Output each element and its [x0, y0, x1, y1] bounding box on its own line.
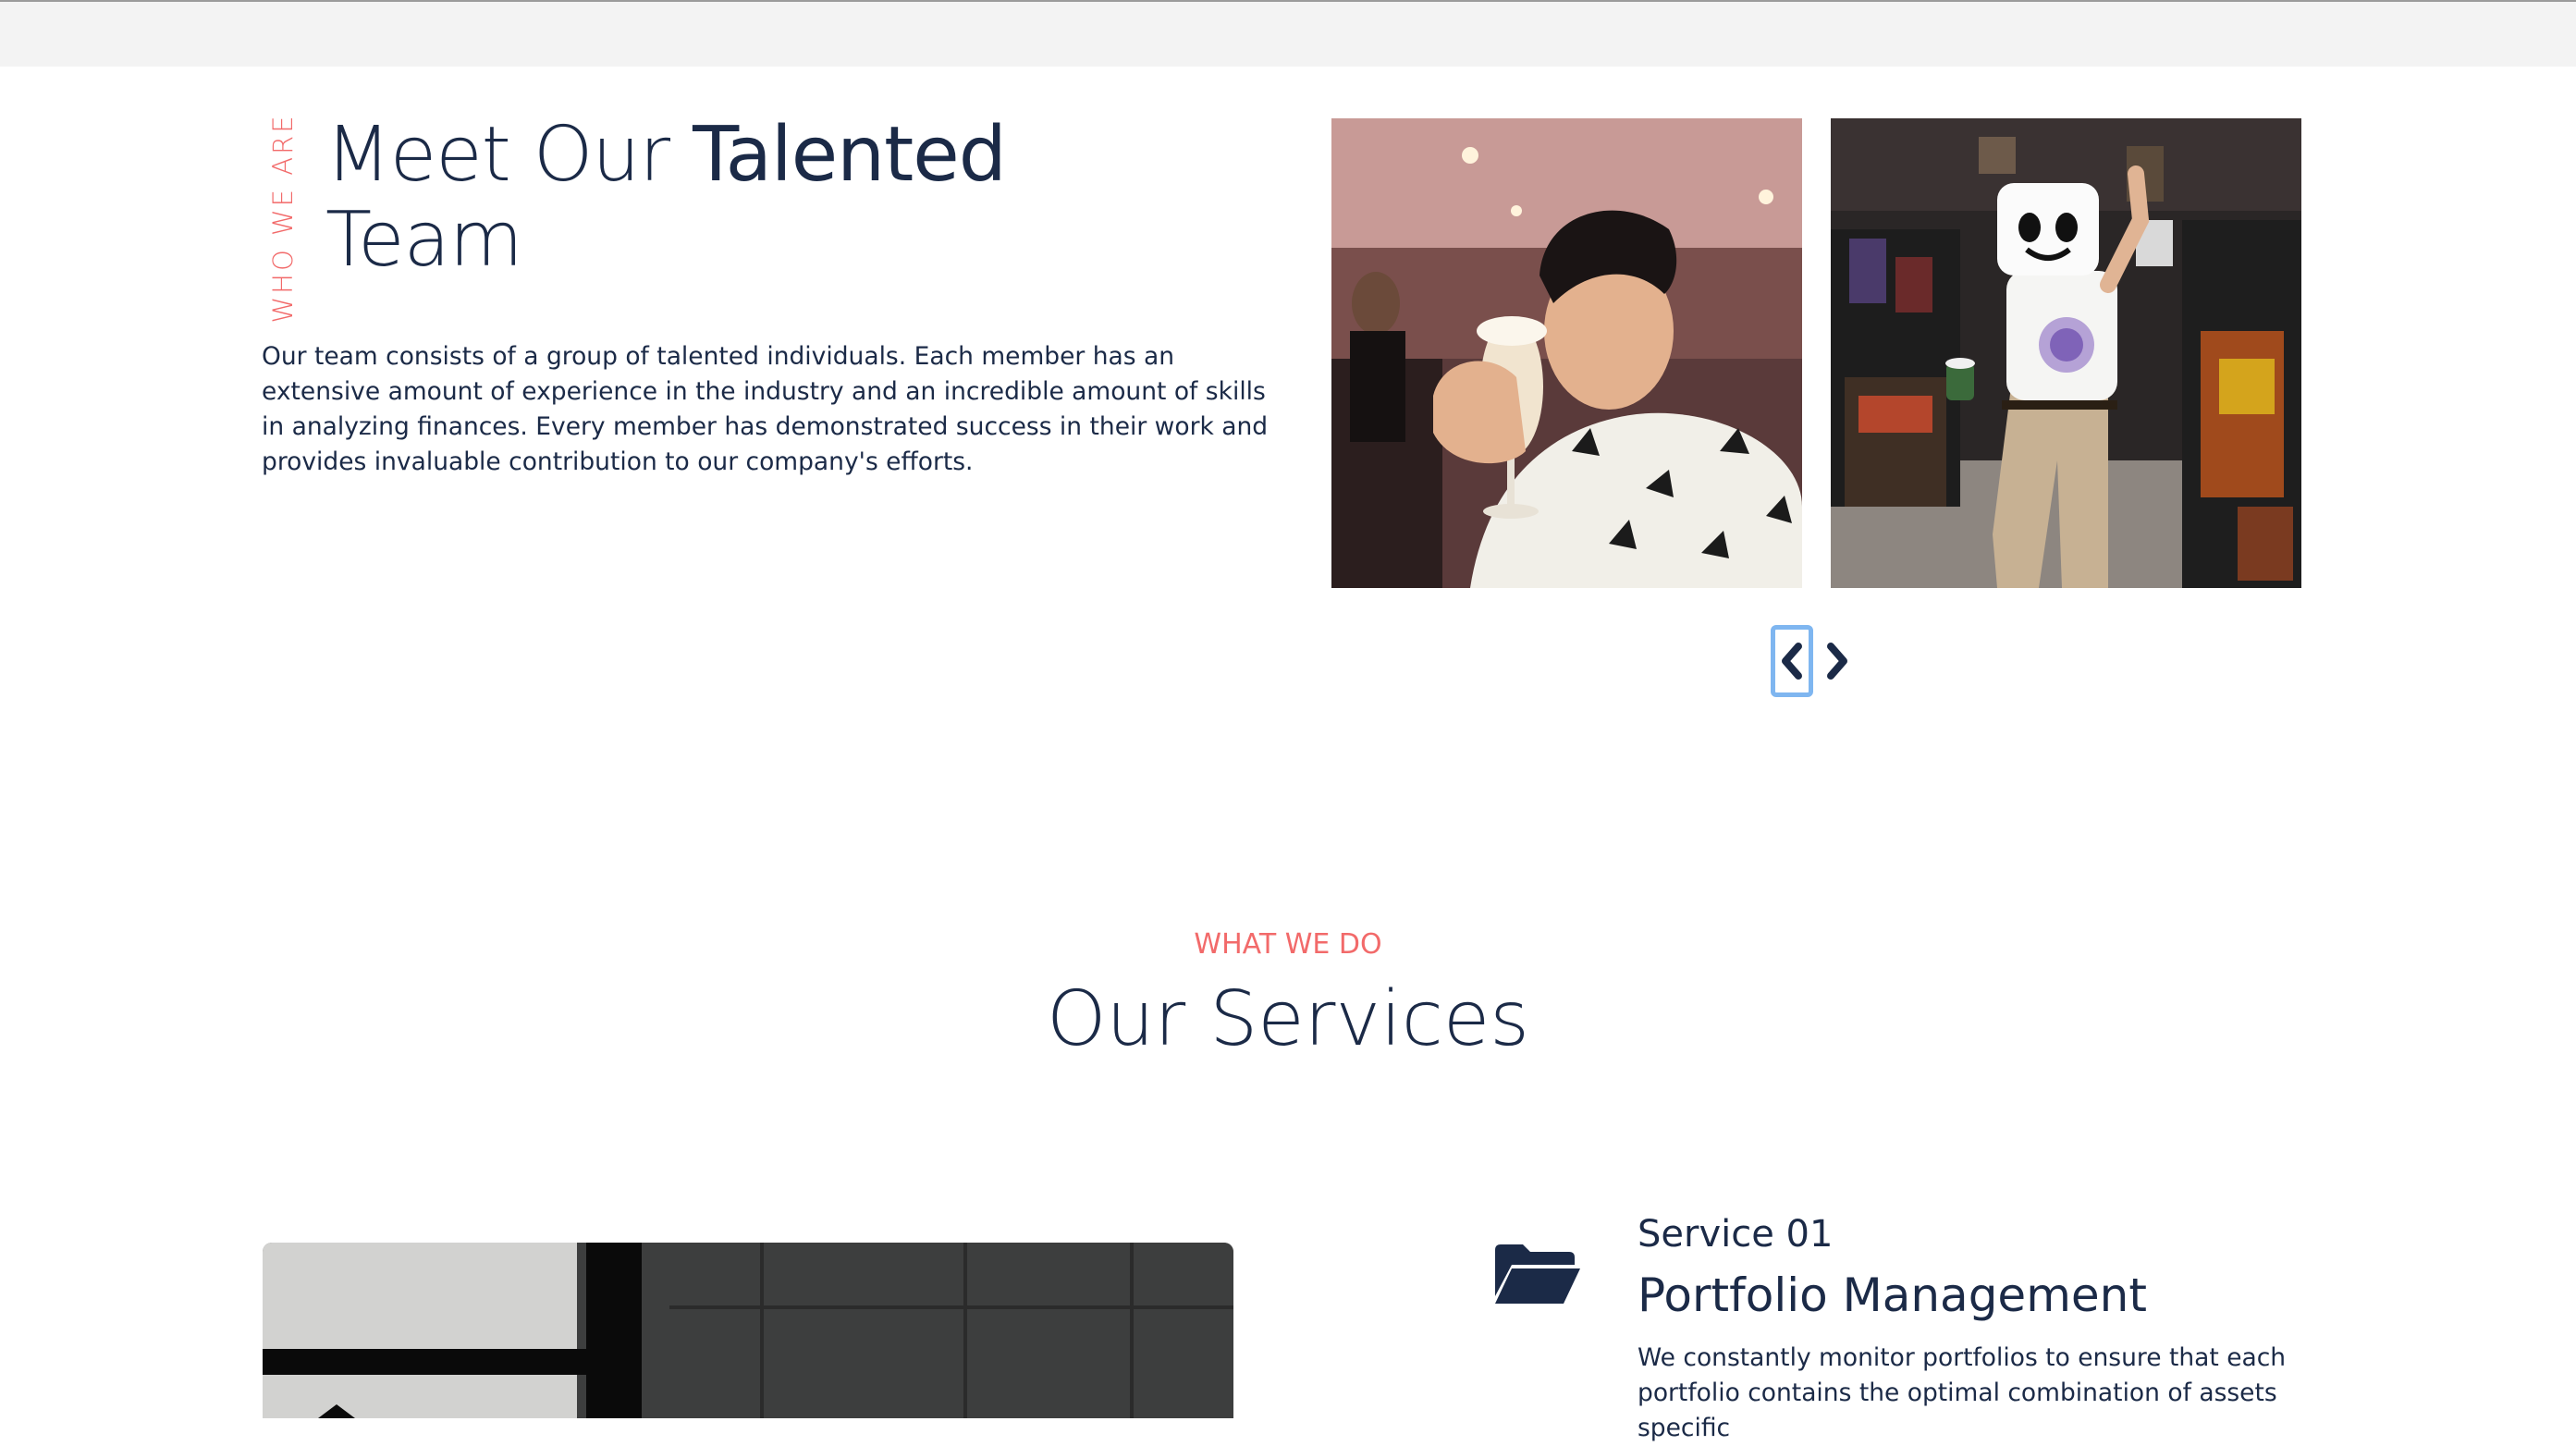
service-title: Portfolio Management [1638, 1268, 2147, 1322]
team-member-photo-1 [1331, 118, 1802, 588]
services-heading: Our Services [1046, 975, 1530, 1063]
team-heading-light: Meet Our [325, 111, 693, 199]
team-heading-line2: Team [325, 196, 523, 284]
what-we-do-eyebrow: WHAT WE DO [1194, 928, 1382, 961]
browser-top-bar [0, 0, 2576, 67]
service-number: Service 01 [1638, 1213, 1834, 1256]
team-heading: Meet Our Talented Team [325, 113, 1250, 283]
carousel-next-button[interactable] [1816, 625, 1858, 697]
team-member-photo-2 [1831, 118, 2301, 588]
who-we-are-eyebrow: WHO WE ARE [263, 113, 303, 323]
who-we-are-label: WHO WE ARE [267, 113, 299, 324]
team-description: Our team consists of a group of talented… [262, 342, 1269, 476]
service-image [263, 1243, 1233, 1418]
chevron-left-icon [1782, 643, 1802, 680]
team-heading-strong: Talented [693, 111, 1007, 199]
service-description: We constantly monitor portfolios to ensu… [1638, 1343, 2287, 1442]
chevron-right-icon [1827, 643, 1847, 680]
folder-open-icon [1493, 1243, 1582, 1305]
carousel-prev-button[interactable] [1771, 625, 1813, 697]
